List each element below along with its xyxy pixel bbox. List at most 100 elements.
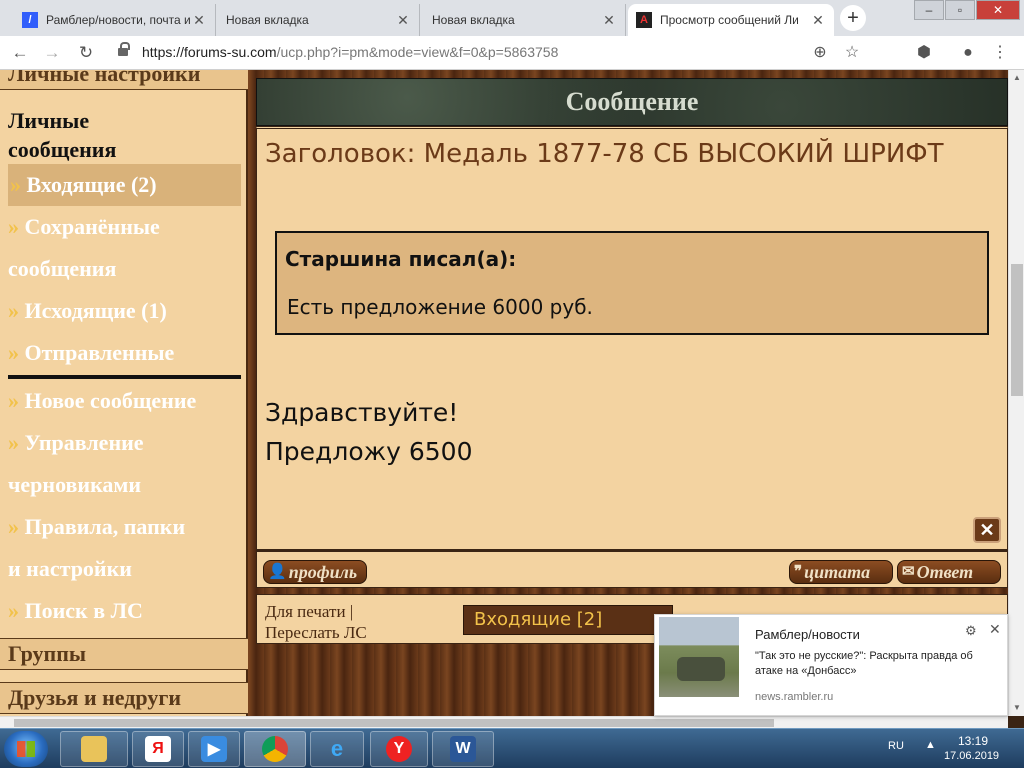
message-action-bar: 👤 профиль ❞ цитата ✉ Ответ bbox=[256, 550, 1008, 588]
rambler-icon: / bbox=[22, 12, 38, 28]
sidebar-item-label: Отправленные bbox=[24, 340, 175, 365]
reply-button[interactable]: ✉ Ответ bbox=[897, 560, 1001, 584]
browser-tab-bar: / Рамблер/новости, почта и ✕ Новая вклад… bbox=[0, 0, 1024, 36]
sidebar-item-drafts[interactable]: » Управление черновиками bbox=[8, 422, 241, 506]
close-icon[interactable]: ✕ bbox=[395, 12, 411, 29]
scrollbar-thumb[interactable] bbox=[1011, 264, 1023, 396]
arrow-icon: » bbox=[8, 298, 19, 323]
sidebar-item-label: Правила, папки bbox=[24, 514, 186, 539]
yandex-browser-icon: Y bbox=[386, 736, 412, 762]
arrow-icon: » bbox=[8, 430, 19, 455]
sidebar-item-new-message[interactable]: » Новое сообщение bbox=[8, 380, 241, 422]
language-indicator[interactable]: RU bbox=[888, 740, 904, 752]
close-icon[interactable]: ✕ bbox=[191, 12, 207, 29]
sidebar-item-label: Сохранённые bbox=[24, 214, 160, 239]
sidebar-item-rules-folders[interactable]: » Правила, папки и настройки bbox=[8, 506, 241, 590]
gear-icon[interactable]: ⚙ bbox=[965, 623, 977, 639]
scroll-up-icon[interactable]: ▲ bbox=[1009, 70, 1024, 86]
forward-arrow-icon[interactable]: → bbox=[40, 42, 64, 64]
sidebar-item-saved[interactable]: » Сохранённые сообщения bbox=[8, 206, 241, 290]
print-link[interactable]: Для печати bbox=[265, 602, 346, 621]
taskbar-yandex[interactable]: Я bbox=[132, 731, 184, 767]
notification-site: news.rambler.ru bbox=[755, 691, 834, 703]
quote-button-label: цитата bbox=[804, 562, 871, 582]
scroll-down-icon[interactable]: ▼ bbox=[1009, 700, 1024, 716]
close-icon[interactable]: ✕ bbox=[810, 12, 826, 29]
taskbar-explorer[interactable] bbox=[60, 731, 128, 767]
sidebar-heading-friends[interactable]: Друзья и недруги bbox=[0, 682, 248, 714]
back-arrow-icon[interactable]: ← bbox=[8, 42, 32, 64]
quote-button[interactable]: ❞ цитата bbox=[789, 560, 893, 584]
sidebar-item-sent[interactable]: » Отправленные bbox=[8, 332, 241, 374]
sidebar-item-search-pm[interactable]: » Поиск в ЛС bbox=[8, 590, 241, 632]
profile-icon[interactable]: ● bbox=[956, 42, 980, 64]
start-button[interactable] bbox=[4, 731, 48, 767]
quote-block: Старшина писал(а): Есть предложение 6000… bbox=[275, 231, 989, 335]
new-tab-button[interactable]: + bbox=[840, 5, 866, 31]
taskbar-word[interactable]: W bbox=[432, 731, 494, 767]
sidebar-item-label: Исходящие (1) bbox=[24, 298, 167, 323]
browser-tab-new-1[interactable]: Новая вкладка ✕ bbox=[218, 4, 420, 36]
envelope-icon: ✉ bbox=[902, 564, 915, 580]
folder-icon bbox=[81, 736, 107, 762]
sidebar-item-inbox[interactable]: » Входящие (2) bbox=[8, 164, 241, 206]
taskbar-media[interactable]: ▶ bbox=[188, 731, 240, 767]
notification-source: Рамблер/новости bbox=[755, 627, 860, 642]
minimize-icon[interactable]: – bbox=[914, 0, 944, 20]
news-thumbnail bbox=[659, 617, 739, 697]
profile-button[interactable]: 👤 профиль bbox=[263, 560, 367, 584]
taskbar-chrome[interactable] bbox=[244, 731, 306, 767]
extension-shield-icon[interactable]: ⬢ bbox=[912, 42, 936, 64]
taskbar-yandex-browser[interactable]: Y bbox=[370, 731, 428, 767]
maximize-icon[interactable]: ▫ bbox=[945, 0, 975, 20]
news-notification[interactable]: Рамблер/новости "Так это не русские?": Р… bbox=[654, 614, 1008, 716]
browser-tab-rambler[interactable]: / Рамблер/новости, почта и ✕ bbox=[14, 4, 216, 36]
sidebar-item-label: Новое сообщение bbox=[24, 388, 197, 413]
section-title-line: Личные bbox=[8, 108, 90, 133]
taskbar-ie[interactable]: e bbox=[310, 731, 364, 767]
sidebar-item-label-continued: и настройки bbox=[8, 556, 132, 581]
folder-select[interactable]: Входящие [2] bbox=[463, 605, 673, 635]
browser-tab-forum[interactable]: A Просмотр сообщений Ли ✕ bbox=[628, 4, 834, 36]
arrow-icon: » bbox=[8, 388, 19, 413]
tab-title: Новая вкладка bbox=[226, 13, 309, 27]
delete-message-button[interactable]: ✕ bbox=[973, 517, 1001, 543]
message-header-title: Сообщение bbox=[565, 87, 699, 116]
browser-tab-new-2[interactable]: Новая вкладка ✕ bbox=[424, 4, 626, 36]
window-controls: – ▫ ✕ bbox=[913, 0, 1020, 20]
url-field[interactable]: https://forums-su.com/ucp.php?i=pm&mode=… bbox=[142, 44, 558, 60]
arrow-icon: » bbox=[8, 340, 19, 365]
reload-icon[interactable]: ↻ bbox=[74, 42, 98, 64]
sidebar-heading-groups[interactable]: Группы bbox=[0, 638, 248, 670]
forum-icon: A bbox=[636, 12, 652, 28]
internet-explorer-icon: e bbox=[330, 736, 344, 761]
profile-button-label: профиль bbox=[288, 562, 358, 582]
bookmark-star-icon[interactable]: ☆ bbox=[840, 42, 864, 64]
sidebar-heading-settings[interactable]: Личные настройки bbox=[0, 70, 248, 90]
tray-arrow-icon[interactable]: ▲ bbox=[925, 739, 936, 751]
user-icon: 👤 bbox=[268, 564, 287, 580]
clock-time[interactable]: 13:19 bbox=[958, 734, 988, 748]
window-close-icon[interactable]: ✕ bbox=[976, 0, 1020, 20]
arrow-icon: » bbox=[8, 514, 19, 539]
taskbar: Я ▶ e Y W RU ▲ 13:19 17.06.2019 bbox=[0, 728, 1024, 768]
lock-icon bbox=[118, 42, 130, 58]
menu-dots-icon[interactable]: ⋮ bbox=[988, 42, 1012, 64]
quote-author: Старшина писал(а): bbox=[285, 247, 517, 271]
close-icon[interactable]: ✕ bbox=[989, 621, 1001, 638]
zoom-icon[interactable]: ⊕ bbox=[808, 42, 832, 64]
vertical-scrollbar[interactable]: ▲ ▼ bbox=[1008, 70, 1024, 716]
yandex-icon: Я bbox=[145, 736, 171, 762]
message-subject: Заголовок: Медаль 1877-78 СБ ВЫСОКИЙ ШРИ… bbox=[265, 139, 944, 169]
message-header: Сообщение bbox=[256, 78, 1008, 126]
tab-title: Просмотр сообщений Ли bbox=[660, 13, 799, 27]
scrollbar-thumb[interactable] bbox=[14, 719, 774, 727]
sidebar-list-primary: » Входящие (2) » Сохранённые сообщения »… bbox=[8, 164, 241, 374]
clock-date[interactable]: 17.06.2019 bbox=[944, 750, 999, 762]
forward-link[interactable]: Переслать ЛС bbox=[265, 622, 367, 643]
close-icon[interactable]: ✕ bbox=[601, 12, 617, 29]
sidebar-item-outbox[interactable]: » Исходящие (1) bbox=[8, 290, 241, 332]
sidebar-item-label-continued: сообщения bbox=[8, 256, 117, 281]
horizontal-scrollbar[interactable] bbox=[0, 716, 1008, 728]
message-line: Предложу 6500 bbox=[265, 437, 473, 466]
